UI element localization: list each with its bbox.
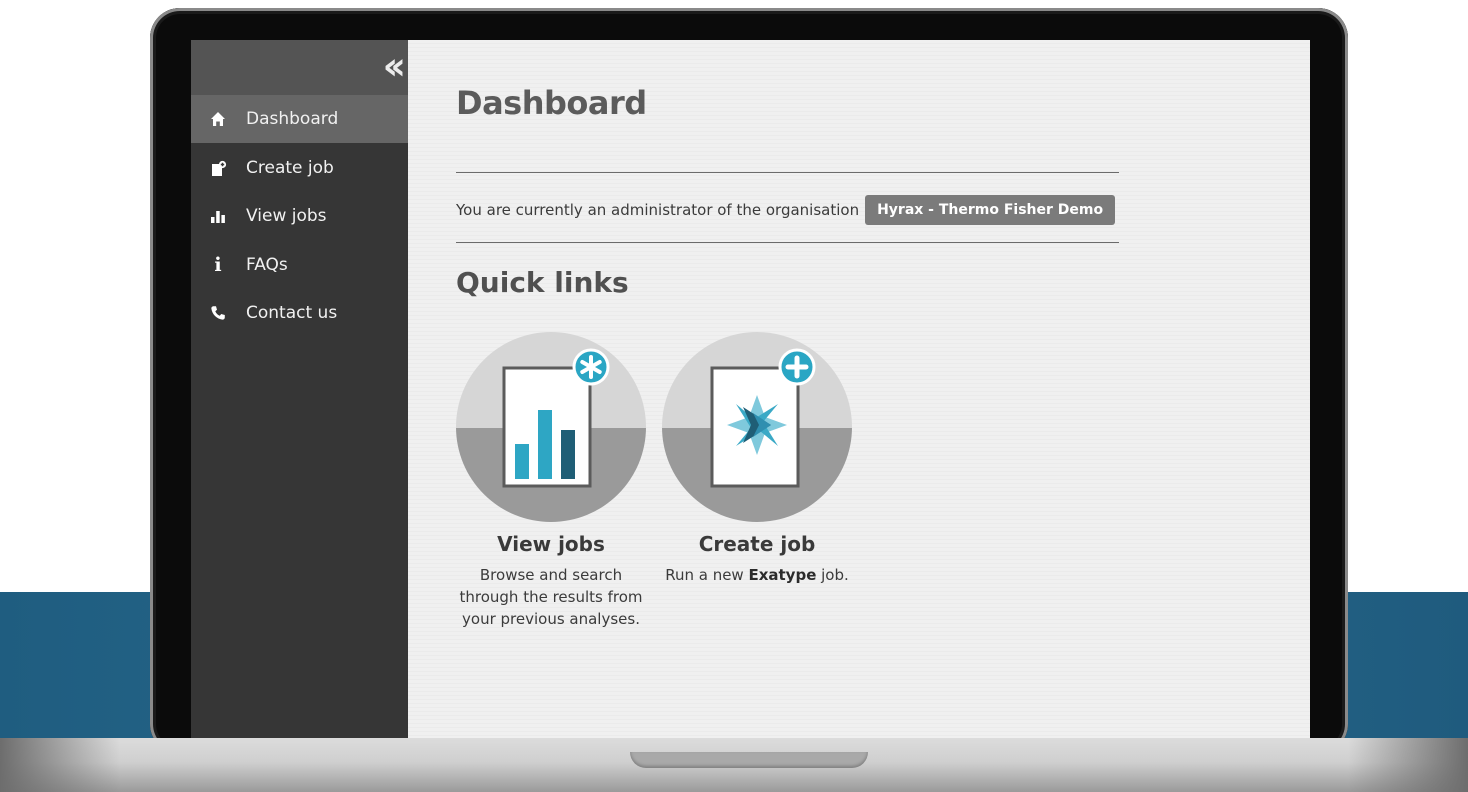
quick-link-description: Browse and search through the results fr…: [459, 566, 643, 628]
product-name: Exatype: [748, 566, 817, 584]
sidebar-header: ‹‹: [191, 40, 408, 95]
quick-links-title: Quick links: [456, 266, 629, 299]
quick-link-title: View jobs: [497, 532, 605, 556]
home-icon: [209, 110, 227, 128]
description-suffix: job.: [816, 566, 849, 584]
sidebar-item-label: FAQs: [246, 255, 288, 275]
laptop-base-edge: [1348, 738, 1468, 792]
sidebar: ‹‹ Dashboard Create job View jobs i FAQs…: [191, 40, 408, 738]
main-content: Dashboard You are currently an administr…: [408, 40, 1310, 738]
sidebar-item-label: Contact us: [246, 303, 338, 323]
page-title: Dashboard: [456, 84, 647, 122]
bar-chart-icon: [209, 207, 227, 225]
sidebar-item-label: View jobs: [246, 206, 327, 226]
sidebar-item-label: Create job: [246, 158, 334, 178]
sidebar-item-label: Dashboard: [246, 109, 339, 129]
quick-link-view-jobs[interactable]: View jobs Browse and search through the …: [451, 332, 651, 630]
quick-link-create-job[interactable]: Create job Run a new Exatype job.: [657, 332, 857, 586]
report-chart-icon: [456, 332, 646, 522]
info-icon: i: [214, 254, 222, 276]
admin-notice: You are currently an administrator of th…: [456, 195, 1116, 225]
sidebar-item-dashboard[interactable]: Dashboard: [191, 95, 408, 143]
laptop-base-notch: [630, 752, 868, 768]
sidebar-item-create-job[interactable]: Create job: [191, 144, 408, 192]
organisation-badge: Hyrax - Thermo Fisher Demo: [865, 195, 1116, 225]
plus-badge-icon: [778, 348, 816, 386]
description-prefix: Run a new: [665, 566, 749, 584]
admin-notice-text: You are currently an administrator of th…: [456, 201, 860, 219]
sidebar-item-faqs[interactable]: i FAQs: [191, 241, 408, 289]
phone-icon: [209, 304, 227, 322]
sidebar-item-contact-us[interactable]: Contact us: [191, 289, 408, 337]
quick-link-title: Create job: [698, 532, 816, 556]
sidebar-item-view-jobs[interactable]: View jobs: [191, 192, 408, 240]
double-chevron-left-icon[interactable]: ‹‹: [383, 44, 407, 88]
divider: [456, 172, 1119, 173]
quick-link-description: Run a new Exatype job.: [657, 564, 857, 586]
asterisk-badge-icon: [572, 348, 610, 386]
laptop-base-edge: [0, 738, 120, 792]
exatype-logo-icon: [662, 332, 852, 522]
new-document-icon: [209, 159, 227, 177]
app-screen: ‹‹ Dashboard Create job View jobs i FAQs…: [191, 40, 1310, 738]
divider: [456, 242, 1119, 243]
